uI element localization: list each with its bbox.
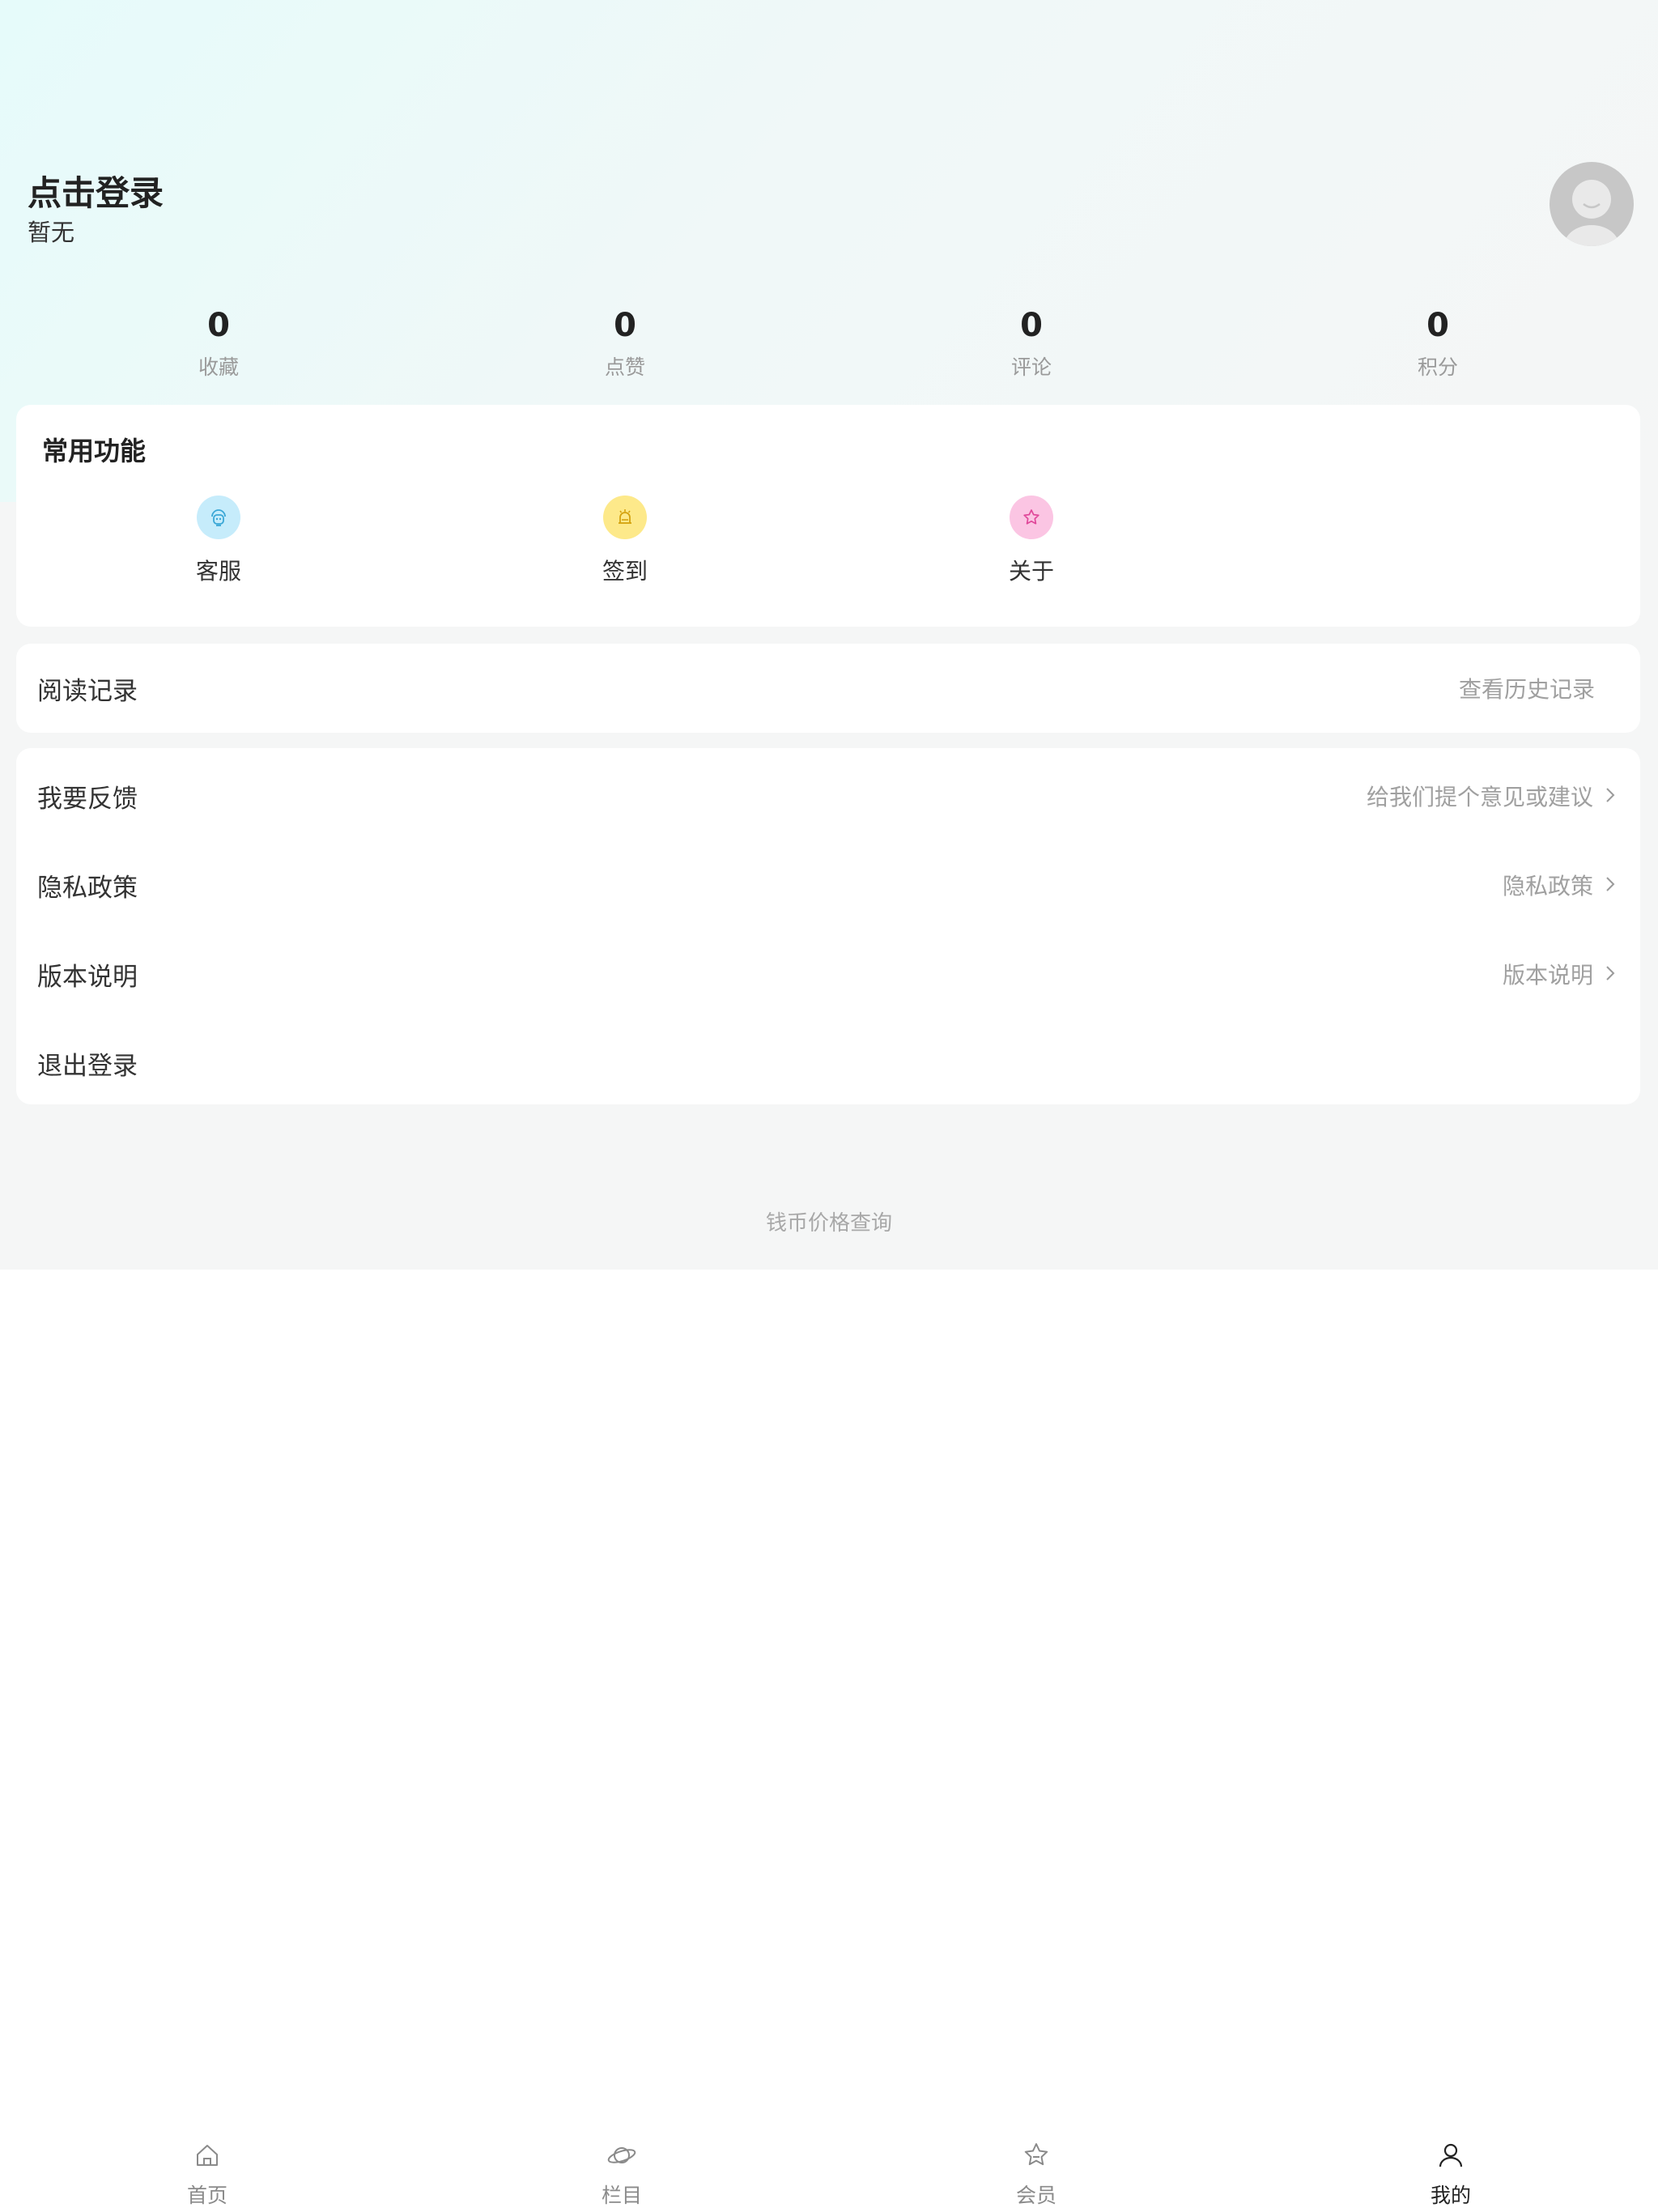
view-history-link[interactable]: 查看历史记录 (1459, 672, 1595, 704)
reading-history-row[interactable]: 阅读记录 查看历史记录 (16, 644, 1640, 733)
tab-label: 我的 (1430, 2184, 1471, 2207)
row-label: 版本说明 (37, 962, 138, 992)
star-icon (1010, 496, 1053, 539)
func-sign-in[interactable]: 签到 (544, 496, 706, 586)
row-label: 退出登录 (37, 1051, 138, 1081)
stats-row: 0 收藏 0 点赞 0 评论 0 积分 (0, 301, 1658, 382)
func-label: 签到 (602, 558, 648, 585)
row-label: 阅读记录 (37, 676, 138, 706)
stat-value: 0 (1426, 307, 1449, 344)
stat-label: 收藏 (198, 355, 239, 379)
tab-label: 栏目 (601, 2184, 642, 2207)
tab-home[interactable]: 首页 (142, 2139, 272, 2209)
sign-in-icon (603, 496, 647, 539)
stat-points[interactable]: 0 积分 (1316, 301, 1559, 382)
planet-icon (607, 2147, 636, 2163)
row-hint: 版本说明 (1502, 962, 1593, 989)
stat-label: 评论 (1010, 355, 1052, 379)
home-icon (197, 2145, 218, 2166)
tab-label: 会员 (1015, 2184, 1056, 2207)
menu-item-version[interactable]: 版本说明 版本说明 (16, 929, 1640, 1019)
tab-membership[interactable]: 会员 (971, 2139, 1101, 2209)
func-label: 客服 (195, 558, 241, 585)
stat-label: 点赞 (604, 355, 645, 379)
stat-comments[interactable]: 0 评论 (910, 301, 1153, 382)
user-icon (1439, 2143, 1463, 2167)
avatar[interactable] (1550, 162, 1634, 246)
chevron-right-icon (1606, 788, 1615, 802)
bottom-tab-bar: 首页 栏目 会员 我的 (0, 2129, 1658, 2212)
chevron-right-icon (1606, 966, 1615, 981)
func-label: 关于 (1008, 558, 1054, 585)
settings-menu-card: 我要反馈 给我们提个意见或建议 隐私政策 隐私政策 版本说明 版本说明 退出登录 (16, 748, 1640, 1104)
menu-item-feedback[interactable]: 我要反馈 给我们提个意见或建议 (16, 751, 1640, 840)
stat-label: 积分 (1417, 355, 1458, 379)
coin-price-link[interactable]: 钱币价格查询 (0, 1206, 1658, 1236)
row-label: 隐私政策 (37, 873, 138, 903)
stat-value: 0 (207, 307, 230, 344)
tab-columns[interactable]: 栏目 (557, 2139, 687, 2209)
func-about[interactable]: 关于 (950, 496, 1112, 586)
row-hint: 给我们提个意见或建议 (1366, 784, 1593, 810)
stat-value: 0 (614, 307, 636, 344)
menu-item-logout[interactable]: 退出登录 (16, 1019, 1640, 1108)
profile-subtitle: 暂无 (28, 219, 75, 246)
menu-item-privacy[interactable]: 隐私政策 隐私政策 (16, 840, 1640, 929)
login-link[interactable]: 点击登录 (28, 166, 164, 215)
func-customer-service[interactable]: 客服 (138, 496, 300, 586)
stat-value: 0 (1020, 307, 1043, 344)
chevron-right-icon (1606, 877, 1615, 891)
common-functions-card: 常用功能 客服 签到 关于 (16, 405, 1640, 627)
row-hint: 隐私政策 (1502, 873, 1593, 900)
star-outline-icon (1024, 2143, 1048, 2166)
stat-likes[interactable]: 0 点赞 (504, 301, 746, 382)
reading-history-card[interactable]: 阅读记录 查看历史记录 (16, 644, 1640, 733)
card-title: 常用功能 (42, 436, 147, 466)
tab-label: 首页 (186, 2184, 227, 2207)
content-background: 点击登录 暂无 0 收藏 0 点赞 0 评论 0 积分 常用功能 客服 签到 关… (0, 0, 1658, 1270)
profile-page: 点击登录 暂无 0 收藏 0 点赞 0 评论 0 积分 常用功能 客服 签到 关… (0, 0, 1658, 2212)
stat-favorites[interactable]: 0 收藏 (97, 301, 340, 382)
avatar-placeholder-icon (1564, 180, 1619, 246)
row-label: 我要反馈 (37, 784, 138, 814)
customer-service-icon (197, 496, 240, 539)
tab-mine[interactable]: 我的 (1386, 2139, 1516, 2209)
